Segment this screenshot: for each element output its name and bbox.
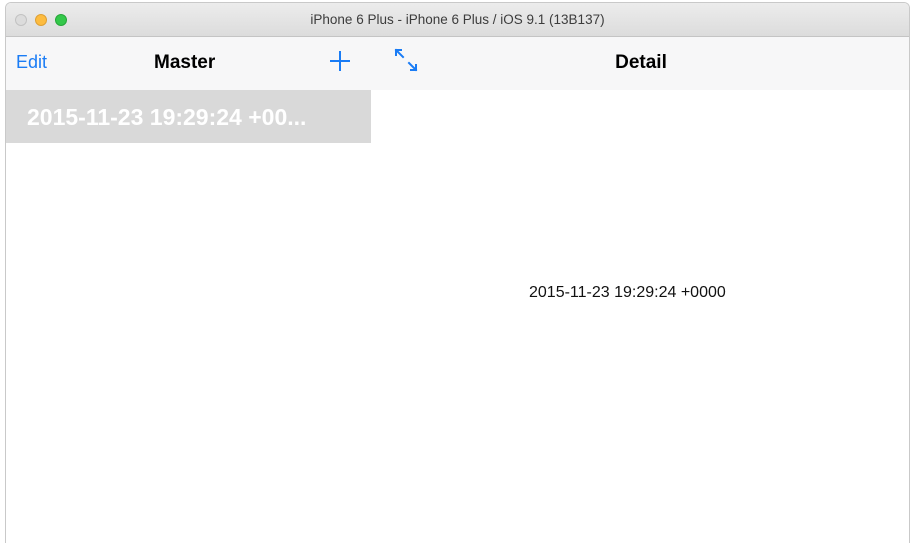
master-table-view[interactable]: 2015-11-23 19:29:24 +00... <box>6 90 371 543</box>
table-row[interactable]: 2015-11-23 19:29:24 +00... <box>6 90 371 143</box>
detail-title: Detail <box>615 52 667 73</box>
detail-navigation-bar: Detail <box>371 37 909 90</box>
window-title: iPhone 6 Plus - iPhone 6 Plus / iOS 9.1 … <box>310 12 605 27</box>
master-navigation-bar: Edit Master <box>6 37 371 90</box>
add-button[interactable] <box>328 49 352 73</box>
edit-button[interactable]: Edit <box>16 52 47 73</box>
master-title: Master <box>154 52 216 73</box>
title-bar[interactable]: iPhone 6 Plus - iPhone 6 Plus / iOS 9.1 … <box>6 3 909 37</box>
detail-description-label: 2015-11-23 19:29:24 +0000 <box>529 284 726 301</box>
detail-view: 2015-11-23 19:29:24 +0000 <box>371 90 909 543</box>
simulator-window: iPhone 6 Plus - iPhone 6 Plus / iOS 9.1 … <box>5 2 910 543</box>
row-label: 2015-11-23 19:29:24 +00... <box>27 104 307 130</box>
